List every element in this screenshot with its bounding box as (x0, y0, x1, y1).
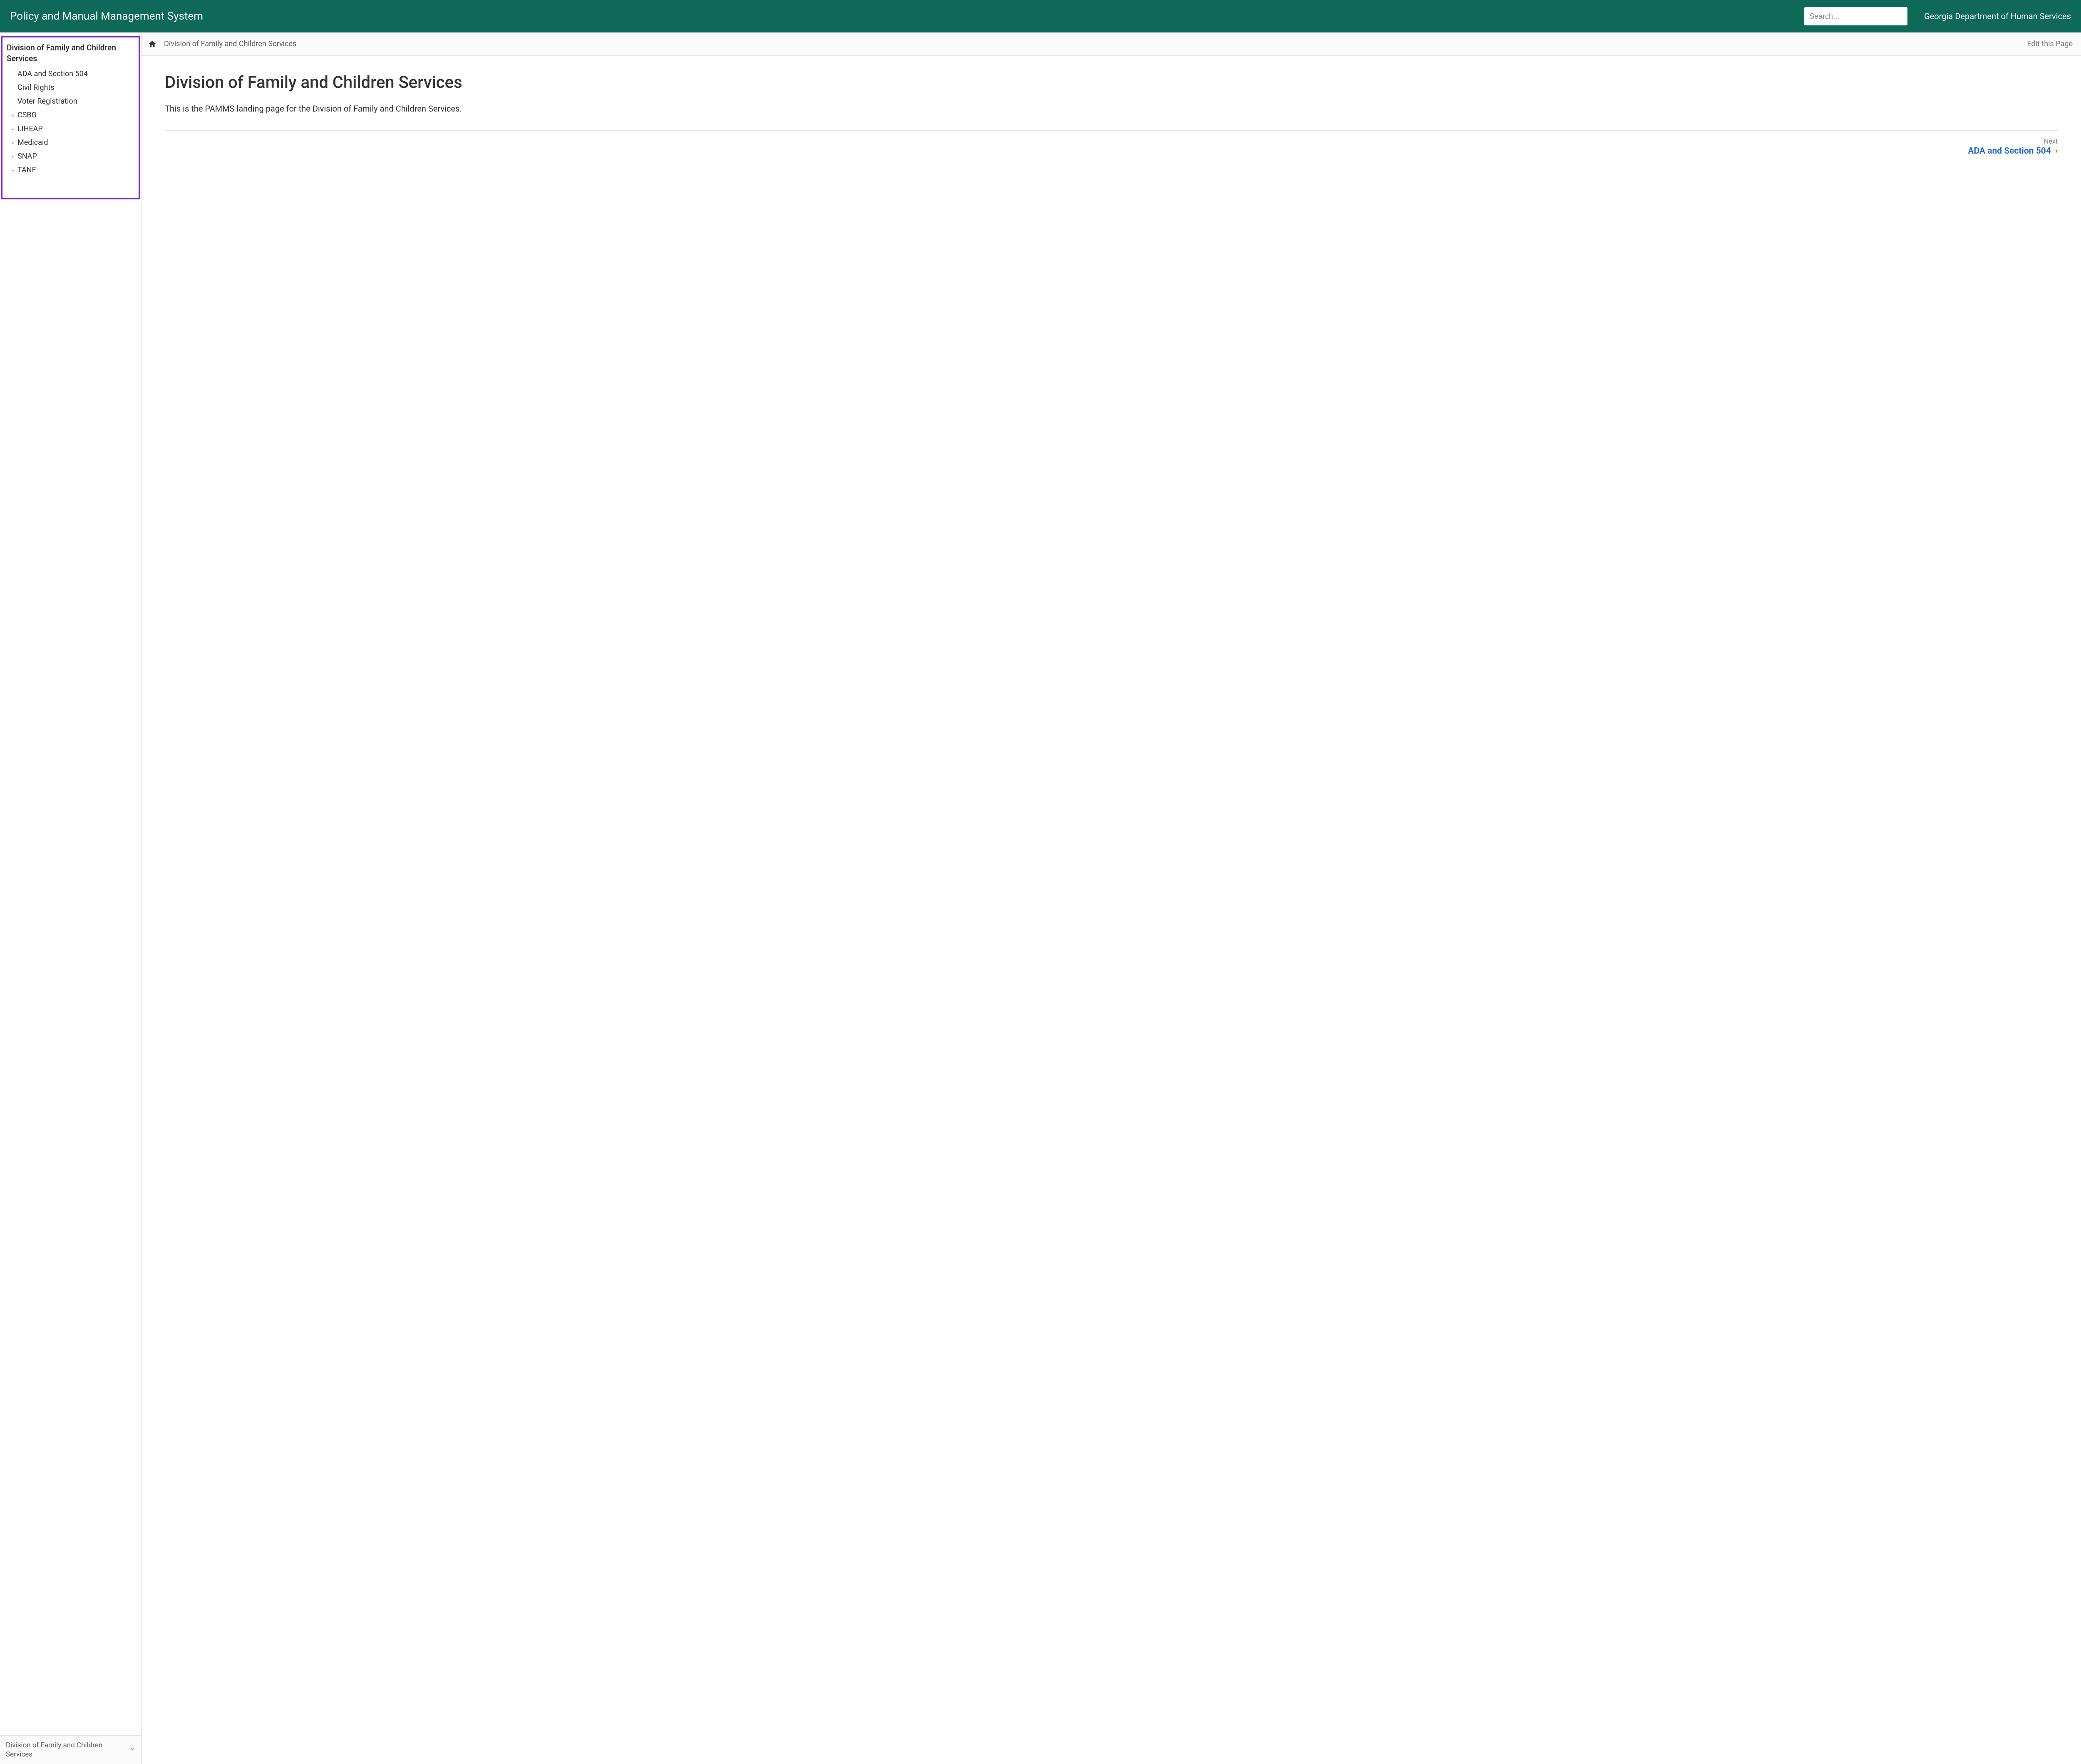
sidebar: Division of Family and Children Services… (0, 32, 142, 1764)
breadcrumb-current[interactable]: Division of Family and Children Services (164, 40, 296, 48)
next-hint: Next (1968, 137, 2058, 145)
page-body: This is the PAMMS landing page for the D… (165, 104, 2058, 114)
sidebar-item[interactable]: Voter Registration (10, 94, 135, 108)
page-title: Division of Family and Children Services (165, 72, 2058, 92)
app-body: Division of Family and Children Services… (0, 32, 2081, 1764)
next-link-label: ADA and Section 504 (1968, 146, 2051, 156)
caret-right-icon: ▸ (10, 112, 16, 118)
sidebar-item-label: TANF (17, 166, 36, 174)
sidebar-list: ADA and Section 504 Civil Rights Voter Reg… (7, 67, 135, 177)
page-divider (165, 130, 2058, 131)
site-title[interactable]: Policy and Manual Management System (10, 10, 203, 22)
sidebar-highlight-annotation: Division of Family and Children Services… (1, 36, 140, 199)
sidebar-item[interactable]: ▸TANF (10, 163, 135, 177)
sidebar-item[interactable]: ▸LIHEAP (10, 122, 135, 136)
caret-right-icon: ▸ (10, 154, 16, 159)
sidebar-item[interactable]: ADA and Section 504 (10, 67, 135, 81)
sidebar-item-label: Civil Rights (17, 83, 55, 92)
sidebar-item[interactable]: ▸SNAP (10, 149, 135, 163)
sidebar-item-label: SNAP (17, 152, 37, 161)
search-wrapper (1804, 7, 1907, 25)
sidebar-item-label: Medicaid (17, 138, 48, 147)
sidebar-item[interactable]: Civil Rights (10, 81, 135, 94)
sidebar-item-label: ADA and Section 504 (17, 70, 88, 78)
sidebar-item-label: CSBG (17, 111, 37, 119)
chevron-down-icon (129, 1746, 135, 1754)
toolbar: Division of Family and Children Services… (142, 32, 2081, 56)
search-input[interactable] (1804, 7, 1907, 25)
main: Division of Family and Children Services… (142, 32, 2081, 1764)
app-header: Policy and Manual Management System Geor… (0, 0, 2081, 32)
home-icon[interactable] (147, 38, 158, 50)
sidebar-heading[interactable]: Division of Family and Children Services (7, 41, 135, 67)
sidebar-item[interactable]: ▸Medicaid (10, 136, 135, 149)
chevron-right-icon: › (2055, 146, 2058, 156)
page-nav: Next ADA and Section 504 › (165, 137, 2058, 156)
sidebar-item[interactable]: ▸CSBG (10, 108, 135, 122)
caret-right-icon: ▸ (10, 167, 16, 173)
sidebar-nav: Division of Family and Children Services… (0, 32, 141, 1735)
sidebar-footer-label: Division of Family and Children Services (6, 1741, 114, 1759)
next-page-link[interactable]: Next ADA and Section 504 › (1968, 137, 2058, 156)
next-link-row: ADA and Section 504 › (1968, 146, 2058, 156)
org-link[interactable]: Georgia Department of Human Services (1924, 11, 2071, 21)
edit-page-link[interactable]: Edit this Page (2027, 40, 2073, 48)
caret-right-icon: ▸ (10, 126, 16, 132)
sidebar-item-label: LIHEAP (17, 124, 43, 133)
sidebar-item-label: Voter Registration (17, 97, 77, 106)
caret-right-icon: ▸ (10, 140, 16, 146)
sidebar-version-selector[interactable]: Division of Family and Children Services (0, 1735, 141, 1764)
content: Division of Family and Children Services… (142, 56, 2081, 1764)
